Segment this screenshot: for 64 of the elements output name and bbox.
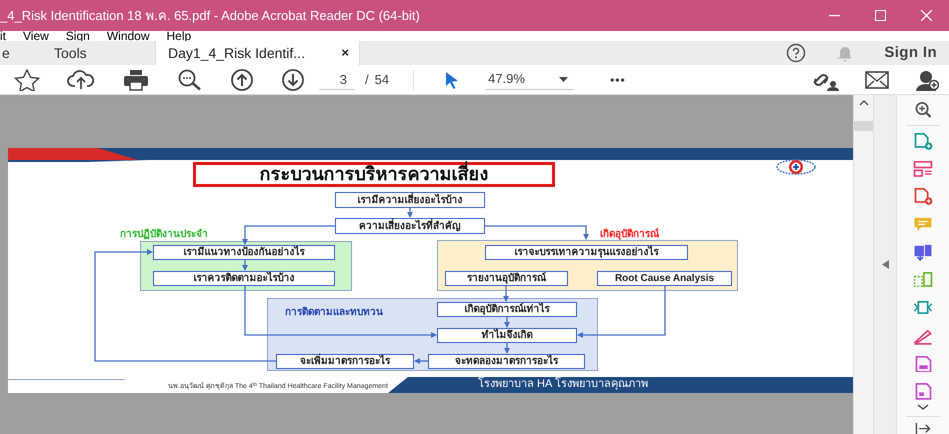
flowchart-step: เรามีแนวทางป้องกันอย่างไร [153, 245, 335, 260]
menu-item[interactable]: it [0, 31, 6, 41]
layout-icon[interactable] [913, 160, 933, 178]
hospital-logo-icon [775, 157, 817, 177]
zoom-dropdown[interactable]: 47.9% [486, 70, 574, 90]
caret-icon [559, 76, 568, 82]
flowchart-step: เกิดอุบัติการณ์เท่าไร [437, 302, 577, 317]
scrollbar[interactable] [853, 95, 873, 434]
document-plus-icon[interactable] [913, 132, 933, 150]
page-count: 54 [374, 70, 390, 89]
cloud-upload-icon[interactable] [67, 68, 95, 90]
document-export-icon[interactable] [913, 243, 933, 261]
help-icon[interactable] [786, 43, 806, 63]
connector-arrow [407, 208, 413, 218]
flowchart-step: เราจะบรรเทาความรุนแรงอย่างไร [485, 245, 688, 260]
tab[interactable]: Day1_4_Risk Identif... × [155, 41, 360, 65]
page-separator: / [365, 70, 369, 89]
arrow-up-icon[interactable] [230, 68, 254, 92]
panel-label: เกิดอุบัติการณ์ [600, 227, 659, 242]
flowchart-step: ความเสี่ยงอะไรที่สำคัญ [335, 218, 485, 234]
slide-title: กระบวนการบริหารความเสี่ยง [193, 162, 555, 187]
flowchart-step: เรามีความเสี่ยงอะไรบ้าง [335, 192, 485, 208]
scroll-thumb[interactable] [854, 121, 873, 131]
add-user-icon[interactable] [915, 68, 939, 90]
mail-icon[interactable] [865, 70, 889, 88]
panel-label: การปฏิบัติงานประจำ [120, 228, 208, 242]
pointer-icon[interactable] [444, 70, 460, 88]
close-tab-icon[interactable]: × [341, 43, 349, 63]
connector-arrow [504, 343, 510, 354]
connector-arrow [503, 286, 509, 302]
printer-icon[interactable] [122, 68, 150, 90]
sign-in-button[interactable]: Sign In [884, 42, 937, 64]
expand-panel-icon[interactable] [915, 422, 931, 434]
zoom-icon[interactable] [913, 101, 933, 119]
footer-banner-text: โรงพยาบาล HA โรงพยาบาลคุณภาพ [478, 378, 648, 391]
menu-item[interactable]: View [23, 31, 49, 41]
menu-item[interactable]: Help [166, 31, 192, 41]
flowchart-step: จะทดลองมาตรการอะไร [428, 354, 585, 369]
window-title: _4_Risk Identification 18 พ.ค. 65.pdf - Adobe Acrobat Reader DC (64-bit) [0, 6, 420, 25]
flowchart-step: เราควรติดตามอะไรบ้าง [153, 271, 335, 286]
maximize-icon [874, 10, 886, 21]
connector-arrow [504, 317, 510, 328]
flowchart-step: Root Cause Analysis [597, 271, 732, 286]
form-icon[interactable] [913, 382, 933, 400]
more-button[interactable]: ••• [610, 70, 626, 88]
zoom-out-icon[interactable] [177, 68, 203, 90]
flowchart-step: รายงานอุบัติการณ์ [445, 271, 568, 286]
menu-item[interactable]: Window [106, 31, 150, 41]
document-add-icon[interactable] [913, 187, 933, 206]
panel-label: การติดตามและทบทวน [285, 306, 383, 320]
page-number-field[interactable]: 3 [319, 70, 355, 90]
scroll-up-icon[interactable] [858, 100, 868, 106]
collapse-panel-icon[interactable] [882, 260, 888, 269]
arrow-down-icon[interactable] [281, 68, 305, 92]
flowchart-step: ทำไมจึงเกิด [437, 328, 577, 343]
document-compress-icon[interactable] [913, 298, 933, 317]
minimize-icon [828, 14, 840, 16]
chevron-down-icon[interactable] [917, 404, 929, 410]
flowchart-step: จะเพิ่มมาตรการอะไร [276, 354, 414, 369]
connector-arrow [414, 358, 428, 364]
close-icon [920, 10, 932, 21]
star-icon[interactable] [14, 68, 40, 90]
save-icon[interactable] [913, 354, 933, 372]
pen-icon[interactable] [913, 326, 933, 345]
